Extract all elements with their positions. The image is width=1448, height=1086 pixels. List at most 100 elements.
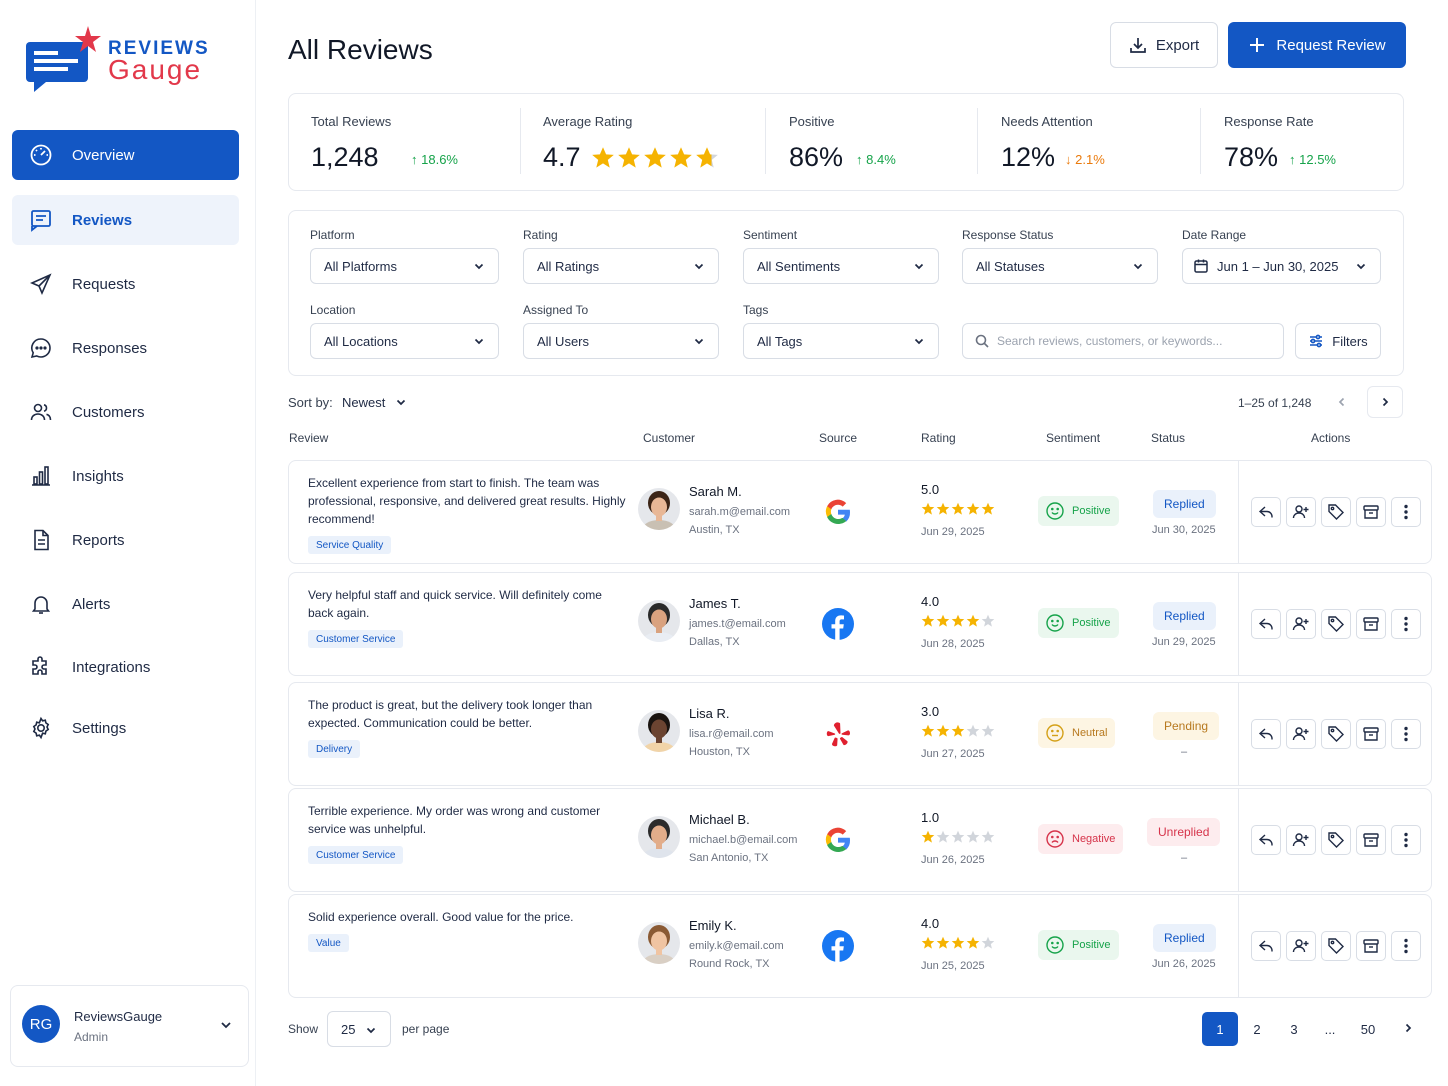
- archive-button[interactable]: [1356, 719, 1386, 749]
- more-vertical-icon: [1404, 726, 1408, 742]
- prev-page-button[interactable]: [1324, 386, 1360, 418]
- reply-button[interactable]: [1251, 497, 1281, 527]
- location-select[interactable]: All Locations: [310, 323, 499, 359]
- customer-name[interactable]: James T.: [689, 596, 741, 611]
- sentiment-select[interactable]: All Sentiments: [743, 248, 939, 284]
- column-header-sentiment: Sentiment: [1046, 431, 1101, 445]
- smile-icon: [1046, 614, 1064, 632]
- tag-button[interactable]: [1321, 497, 1351, 527]
- nav-item-settings[interactable]: Settings: [12, 703, 239, 753]
- average-rating-stars: [591, 146, 719, 170]
- tag-button[interactable]: [1321, 931, 1351, 961]
- reply-button[interactable]: [1251, 609, 1281, 639]
- nav-item-alerts[interactable]: Alerts: [12, 579, 239, 629]
- archive-button[interactable]: [1356, 825, 1386, 855]
- more-options-button[interactable]: [1391, 931, 1421, 961]
- table-row[interactable]: Excellent experience from start to finis…: [288, 460, 1432, 564]
- tag-button[interactable]: [1321, 609, 1351, 639]
- nav-item-requests[interactable]: Requests: [12, 259, 239, 309]
- stat-positive: Positive 86% ↑ 8.4%: [789, 94, 969, 190]
- request-review-button[interactable]: Request Review: [1228, 22, 1406, 68]
- assign-user-button[interactable]: [1286, 931, 1316, 961]
- rating-value: 1.0: [921, 810, 940, 825]
- nav-item-reviews[interactable]: Reviews: [12, 195, 239, 245]
- review-tag[interactable]: Customer Service: [308, 630, 404, 648]
- nav-item-insights[interactable]: Insights: [12, 451, 239, 501]
- customer-name[interactable]: Lisa R.: [689, 706, 729, 721]
- response-status-select[interactable]: All Statuses: [962, 248, 1158, 284]
- nav-item-overview[interactable]: Overview: [12, 130, 239, 180]
- review-tag[interactable]: Value: [308, 934, 349, 952]
- tags-select[interactable]: All Tags: [743, 323, 939, 359]
- table-row[interactable]: Terrible experience. My order was wrong …: [288, 788, 1432, 892]
- review-tag[interactable]: Customer Service: [308, 846, 404, 864]
- nav-item-responses[interactable]: Responses: [12, 323, 239, 373]
- more-options-button[interactable]: [1391, 497, 1421, 527]
- footer-next-page-button[interactable]: [1390, 1012, 1426, 1044]
- table-row[interactable]: Solid experience overall. Good value for…: [288, 894, 1432, 998]
- nav-label: Alerts: [72, 595, 111, 613]
- star-icon: [966, 724, 980, 737]
- search-field[interactable]: [962, 323, 1284, 359]
- chevron-left-icon: [1338, 397, 1345, 407]
- tag-button[interactable]: [1321, 825, 1351, 855]
- reply-button[interactable]: [1251, 719, 1281, 749]
- filters-button[interactable]: Filters: [1295, 323, 1381, 359]
- per-page-select[interactable]: 25: [327, 1011, 391, 1047]
- rating-value: 4.0: [921, 594, 940, 609]
- reply-button[interactable]: [1251, 825, 1281, 855]
- page-button-2[interactable]: 2: [1239, 1012, 1275, 1046]
- assigned-to-select[interactable]: All Users: [523, 323, 719, 359]
- rating-select[interactable]: All Ratings: [523, 248, 719, 284]
- platform-select[interactable]: All Platforms: [310, 248, 499, 284]
- tag-button[interactable]: [1321, 719, 1351, 749]
- table-row[interactable]: Very helpful staff and quick service. Wi…: [288, 572, 1432, 676]
- sentiment-label: Neutral: [1072, 727, 1108, 739]
- review-list-icon: [28, 207, 54, 233]
- chevron-down-icon: [1133, 263, 1143, 270]
- archive-button[interactable]: [1356, 497, 1386, 527]
- divider: [977, 108, 978, 174]
- stat-delta: ↑ 8.4%: [856, 152, 896, 167]
- star-icon: [921, 724, 935, 737]
- date-range-select[interactable]: Jun 1 – Jun 30, 2025: [1182, 248, 1381, 284]
- page-button-3[interactable]: 3: [1276, 1012, 1312, 1046]
- archive-button[interactable]: [1356, 609, 1386, 639]
- column-header-actions: Actions: [1311, 431, 1351, 445]
- assign-user-button[interactable]: [1286, 497, 1316, 527]
- review-tag[interactable]: Delivery: [308, 740, 361, 758]
- reply-button[interactable]: [1251, 931, 1281, 961]
- assign-user-button[interactable]: [1286, 825, 1316, 855]
- nav-item-customers[interactable]: Customers: [12, 387, 239, 437]
- next-page-button[interactable]: [1367, 386, 1403, 418]
- review-tag[interactable]: Service Quality: [308, 536, 392, 554]
- assign-user-button[interactable]: [1286, 719, 1316, 749]
- archive-icon: [1363, 617, 1379, 631]
- page-button-50[interactable]: 50: [1350, 1012, 1386, 1046]
- customer-name[interactable]: Sarah M.: [689, 484, 742, 499]
- rating-value: 4.0: [921, 916, 940, 931]
- table-row[interactable]: The product is great, but the delivery t…: [288, 682, 1432, 786]
- archive-button[interactable]: [1356, 931, 1386, 961]
- assign-user-button[interactable]: [1286, 609, 1316, 639]
- page-button-1[interactable]: 1: [1202, 1012, 1238, 1046]
- archive-icon: [1363, 505, 1379, 519]
- status-badge: Replied: [1153, 490, 1216, 518]
- customer-location: Round Rock, TX: [689, 958, 770, 970]
- sort-select[interactable]: Newest: [342, 395, 407, 410]
- sentiment-label: Positive: [1072, 939, 1111, 951]
- nav-item-integrations[interactable]: Integrations: [12, 642, 239, 692]
- more-options-button[interactable]: [1391, 609, 1421, 639]
- chat-bubble-icon: [28, 335, 54, 361]
- customer-name[interactable]: Emily K.: [689, 918, 737, 933]
- more-options-button[interactable]: [1391, 825, 1421, 855]
- customer-avatar: [638, 488, 680, 530]
- nav-item-reports[interactable]: Reports: [12, 515, 239, 565]
- customer-name[interactable]: Michael B.: [689, 812, 750, 827]
- more-options-button[interactable]: [1391, 719, 1421, 749]
- column-header-customer: Customer: [643, 431, 696, 445]
- export-button[interactable]: Export: [1110, 22, 1218, 68]
- search-input[interactable]: [997, 334, 1277, 348]
- account-switcher[interactable]: RG ReviewsGauge Admin: [10, 985, 249, 1067]
- more-vertical-icon: [1404, 616, 1408, 632]
